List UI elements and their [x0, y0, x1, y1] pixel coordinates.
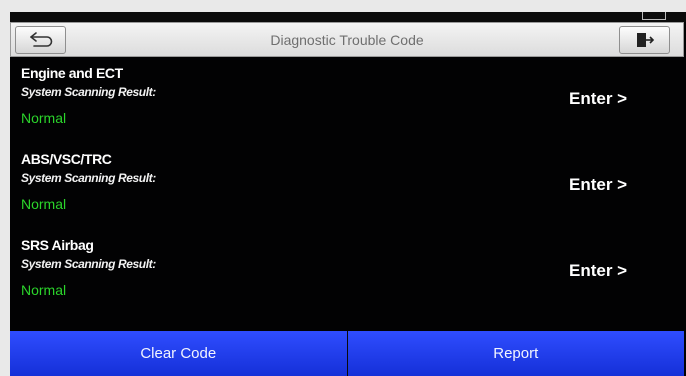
exit-button[interactable] [619, 26, 670, 54]
scan-status: Normal [21, 110, 67, 126]
footer-bar: Clear Code Report [10, 331, 684, 376]
scan-status: Normal [21, 282, 67, 298]
system-item-engine: Engine and ECT System Scanning Result: N… [10, 64, 686, 150]
scan-result-label: System Scanning Result: [21, 257, 156, 271]
system-item-srs: SRS Airbag System Scanning Result: Norma… [10, 236, 686, 322]
page-title: Diagnostic Trouble Code [270, 32, 424, 48]
system-name: SRS Airbag [21, 237, 94, 253]
scan-result-label: System Scanning Result: [21, 171, 156, 185]
header-bar: Diagnostic Trouble Code [10, 22, 684, 57]
screen: Diagnostic Trouble Code Engine and ECT S… [10, 12, 686, 376]
report-button[interactable]: Report [347, 331, 684, 376]
system-name: ABS/VSC/TRC [21, 151, 112, 167]
scan-status: Normal [21, 196, 67, 212]
status-bar [10, 12, 686, 22]
clear-code-button[interactable]: Clear Code [10, 331, 347, 376]
system-name: Engine and ECT [21, 65, 123, 81]
enter-button[interactable]: Enter > [569, 89, 627, 109]
system-item-abs: ABS/VSC/TRC System Scanning Result: Norm… [10, 150, 686, 236]
enter-button[interactable]: Enter > [569, 261, 627, 281]
battery-icon [642, 12, 666, 20]
enter-button[interactable]: Enter > [569, 175, 627, 195]
system-list: Engine and ECT System Scanning Result: N… [10, 64, 686, 322]
exit-door-icon [636, 33, 654, 47]
scan-result-label: System Scanning Result: [21, 85, 156, 99]
